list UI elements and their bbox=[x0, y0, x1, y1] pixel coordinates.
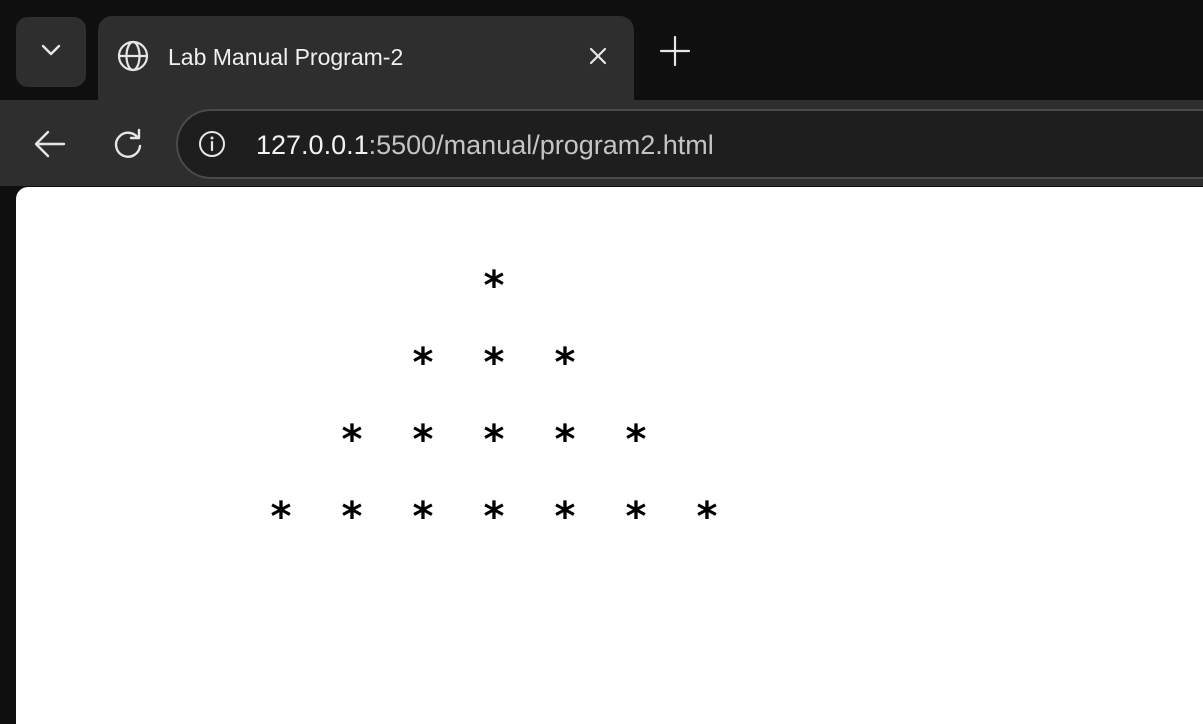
pyramid-star: * bbox=[696, 494, 718, 540]
pyramid-star: * bbox=[625, 494, 647, 540]
star-pyramid: * * * * * * * * * * * * * * * * bbox=[16, 187, 1203, 724]
tab-strip: Lab Manual Program-2 bbox=[0, 0, 1203, 100]
browser-window: Lab Manual Program-2 127.0.0.1:5500/manu… bbox=[0, 0, 1203, 724]
url-path: :5500/manual/program2.html bbox=[368, 130, 714, 160]
back-button[interactable] bbox=[28, 124, 72, 168]
pyramid-star: * bbox=[554, 340, 576, 386]
pyramid-star: * bbox=[341, 417, 363, 463]
url-text: 127.0.0.1:5500/manual/program2.html bbox=[256, 128, 714, 162]
tab-search-button[interactable] bbox=[16, 17, 86, 87]
pyramid-star: * bbox=[341, 494, 363, 540]
pyramid-star: * bbox=[412, 340, 434, 386]
pyramid-star: * bbox=[483, 494, 505, 540]
reload-button[interactable] bbox=[106, 124, 150, 168]
arrow-left-icon bbox=[32, 126, 68, 167]
reload-icon bbox=[111, 127, 145, 166]
pyramid-star: * bbox=[625, 417, 647, 463]
info-icon[interactable] bbox=[196, 128, 228, 160]
tab-active[interactable]: Lab Manual Program-2 bbox=[98, 16, 634, 100]
pyramid-star: * bbox=[554, 417, 576, 463]
tab-title: Lab Manual Program-2 bbox=[168, 44, 404, 70]
url-host: 127.0.0.1 bbox=[256, 130, 369, 160]
pyramid-star: * bbox=[554, 494, 576, 540]
new-tab-button[interactable] bbox=[655, 33, 695, 73]
pyramid-star: * bbox=[483, 340, 505, 386]
pyramid-star: * bbox=[483, 263, 505, 309]
address-bar[interactable]: 127.0.0.1:5500/manual/program2.html bbox=[176, 109, 1203, 179]
pyramid-star: * bbox=[483, 417, 505, 463]
pyramid-star: * bbox=[412, 417, 434, 463]
globe-icon bbox=[114, 37, 152, 75]
pyramid-star: * bbox=[412, 494, 434, 540]
chevron-down-icon bbox=[38, 37, 64, 68]
plus-icon bbox=[658, 34, 692, 73]
pyramid-star: * bbox=[270, 494, 292, 540]
page-viewport: * * * * * * * * * * * * * * * * bbox=[16, 187, 1203, 724]
browser-toolbar: 127.0.0.1:5500/manual/program2.html bbox=[0, 100, 1203, 186]
close-icon[interactable] bbox=[580, 38, 616, 74]
